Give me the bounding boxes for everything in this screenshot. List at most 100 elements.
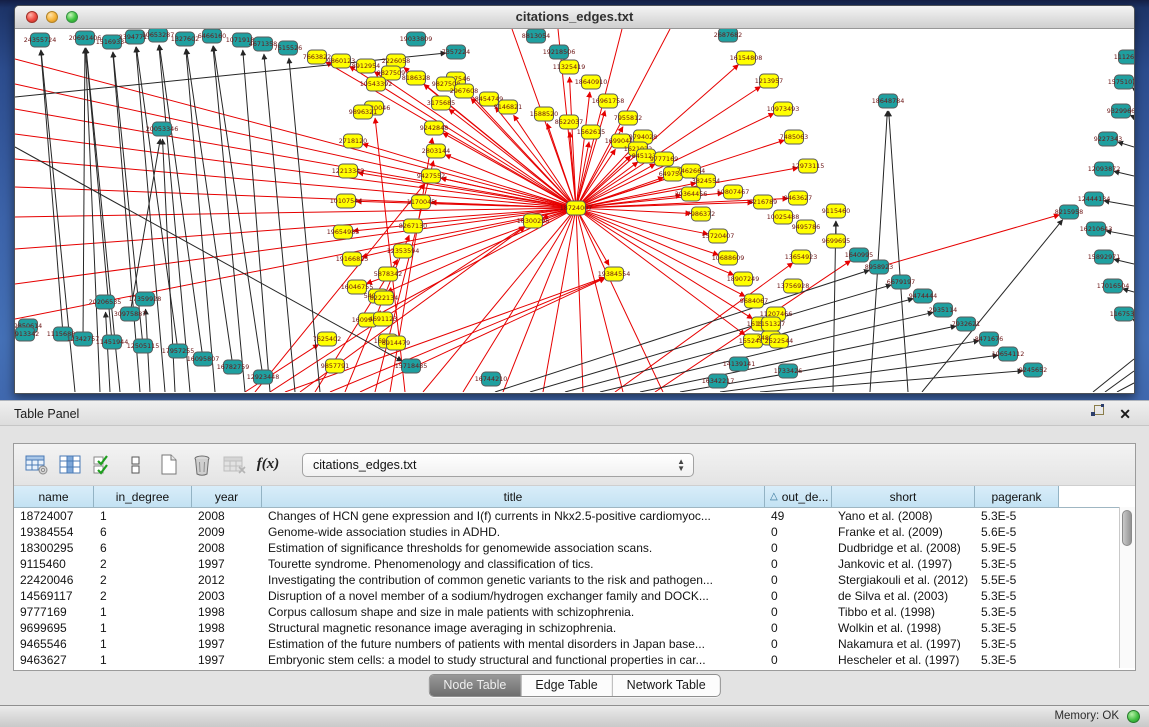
table-cell[interactable]: 0 bbox=[765, 556, 832, 572]
table-cell[interactable]: Franke et al. (2009) bbox=[832, 524, 975, 540]
float-panel-icon[interactable] bbox=[1090, 404, 1105, 423]
table-cell[interactable]: de Silva et al. (2003) bbox=[832, 588, 975, 604]
table-cell[interactable]: 0 bbox=[765, 588, 832, 604]
table-cell[interactable]: Corpus callosum shape and size in male p… bbox=[262, 604, 765, 620]
table-cell[interactable]: Jankovic et al. (1997) bbox=[832, 556, 975, 572]
column-header-name[interactable]: name bbox=[14, 486, 94, 507]
citation-edge-red[interactable] bbox=[879, 215, 1059, 267]
table-cell[interactable]: Tibbo et al. (1998) bbox=[832, 604, 975, 620]
table-cell[interactable]: 5.3E-5 bbox=[975, 588, 1059, 604]
table-cell[interactable]: 9463627 bbox=[14, 652, 94, 668]
table-cell[interactable]: 1997 bbox=[192, 556, 262, 572]
table-cell[interactable]: 2008 bbox=[192, 540, 262, 556]
citation-edge-black[interactable] bbox=[106, 312, 110, 392]
table-cell[interactable]: 18724007 bbox=[14, 508, 94, 524]
table-cell[interactable]: 1998 bbox=[192, 604, 262, 620]
network-canvas[interactable]: 1872400724355724206914061516933423947712… bbox=[15, 29, 1134, 392]
table-cell[interactable]: 2008 bbox=[192, 508, 262, 524]
table-cell[interactable]: Disruption of a novel member of a sodium… bbox=[262, 588, 765, 604]
table-row[interactable]: 911546021997Tourette syndrome. Phenomeno… bbox=[14, 556, 1135, 572]
table-row[interactable]: 1938455462009Genome-wide association stu… bbox=[14, 524, 1135, 540]
table-row[interactable]: 946362711997Embryonic stem cells: a mode… bbox=[14, 652, 1135, 668]
citation-edge-red[interactable] bbox=[576, 208, 623, 392]
citation-edge-black[interactable] bbox=[243, 50, 270, 392]
row-height-button[interactable] bbox=[121, 450, 151, 480]
table-cell[interactable]: Tourette syndrome. Phenomenology and cla… bbox=[262, 556, 765, 572]
table-cell[interactable]: Wolkin et al. (1998) bbox=[832, 620, 975, 636]
tab-network-table[interactable]: Network Table bbox=[613, 675, 720, 696]
table-cell[interactable]: 5.9E-5 bbox=[975, 540, 1059, 556]
table-cell[interactable]: Genome-wide association studies in ADHD. bbox=[262, 524, 765, 540]
table-cell[interactable]: 9699695 bbox=[14, 620, 94, 636]
table-cell[interactable]: 9777169 bbox=[14, 604, 94, 620]
create-column-button[interactable] bbox=[154, 450, 184, 480]
table-row[interactable]: 2242004622012Investigating the contribut… bbox=[14, 572, 1135, 588]
table-cell[interactable]: 0 bbox=[765, 572, 832, 588]
column-header-year[interactable]: year bbox=[192, 486, 262, 507]
citation-edge-black[interactable] bbox=[1105, 371, 1134, 392]
citation-edge-red[interactable] bbox=[445, 155, 576, 208]
table-row[interactable]: 1456911722003Disruption of a novel membe… bbox=[14, 588, 1135, 604]
delete-table-button[interactable] bbox=[220, 450, 250, 480]
table-panel-titlebar[interactable]: Table Panel bbox=[0, 400, 1149, 426]
tab-node-table[interactable]: Node Table bbox=[429, 675, 521, 696]
citation-edge-red[interactable] bbox=[15, 208, 576, 249]
citation-edge-black[interactable] bbox=[186, 49, 233, 367]
table-cell[interactable]: 5.3E-5 bbox=[975, 556, 1059, 572]
citation-edge-black[interactable] bbox=[889, 111, 908, 392]
tab-edge-table[interactable]: Edge Table bbox=[521, 675, 612, 696]
table-row[interactable]: 1830029562008Estimation of significance … bbox=[14, 540, 1135, 556]
table-cell[interactable]: 0 bbox=[765, 524, 832, 540]
table-source-select[interactable]: citations_edges.txt ▲▼ bbox=[302, 453, 694, 477]
table-cell[interactable]: 1998 bbox=[192, 620, 262, 636]
network-view-window[interactable]: citations_edges.txt 18724007243557242069… bbox=[14, 5, 1135, 394]
table-cell[interactable]: 5.3E-5 bbox=[975, 604, 1059, 620]
table-row[interactable]: 1872400712008Changes of HCN gene express… bbox=[14, 508, 1135, 524]
citation-edge-red[interactable] bbox=[15, 208, 576, 217]
table-cell[interactable]: 1 bbox=[94, 620, 192, 636]
table-cell[interactable]: 1 bbox=[94, 604, 192, 620]
citation-edge-red[interactable] bbox=[576, 208, 691, 214]
table-row[interactable]: 969969511998Structural magnetic resonanc… bbox=[14, 620, 1135, 636]
column-header-in_degree[interactable]: in_degree bbox=[94, 486, 192, 507]
selection-mode-button[interactable] bbox=[88, 450, 118, 480]
scrollbar-thumb[interactable] bbox=[1122, 510, 1132, 546]
table-cell[interactable]: 6 bbox=[94, 524, 192, 540]
table-cell[interactable]: 0 bbox=[765, 540, 832, 556]
table-cell[interactable]: 14569117 bbox=[14, 588, 94, 604]
column-visibility-button[interactable] bbox=[55, 450, 85, 480]
column-header-title[interactable]: title bbox=[262, 486, 765, 507]
table-cell[interactable]: Embryonic stem cells: a model to study s… bbox=[262, 652, 765, 668]
table-cell[interactable]: Stergiakouli et al. (2012) bbox=[832, 572, 975, 588]
table-cell[interactable]: 5.3E-5 bbox=[975, 636, 1059, 652]
citation-edge-black[interactable] bbox=[83, 48, 85, 339]
table-cell[interactable]: 1 bbox=[94, 652, 192, 668]
close-panel-icon[interactable]: ✕ bbox=[1119, 406, 1131, 422]
table-cell[interactable]: Structural magnetic resonance image aver… bbox=[262, 620, 765, 636]
table-cell[interactable]: 0 bbox=[765, 636, 832, 652]
table-cell[interactable]: 5.3E-5 bbox=[975, 652, 1059, 668]
delete-column-button[interactable] bbox=[187, 450, 217, 480]
table-cell[interactable]: 1997 bbox=[192, 636, 262, 652]
column-header-pagerank[interactable]: pagerank bbox=[975, 486, 1059, 507]
table-row[interactable]: 946554611997Estimation of the future num… bbox=[14, 636, 1135, 652]
table-cell[interactable]: 1997 bbox=[192, 652, 262, 668]
table-cell[interactable]: 0 bbox=[765, 604, 832, 620]
citation-edge-black[interactable] bbox=[264, 54, 295, 392]
table-mode-button[interactable] bbox=[22, 450, 52, 480]
citation-edge-black[interactable] bbox=[1117, 383, 1134, 392]
table-row[interactable]: 977716911998Corpus callosum shape and si… bbox=[14, 604, 1135, 620]
citation-network-graph[interactable]: 1872400724355724206914061516933423947712… bbox=[15, 29, 1134, 392]
table-cell[interactable]: 9115460 bbox=[14, 556, 94, 572]
table-cell[interactable]: Hescheler et al. (1997) bbox=[832, 652, 975, 668]
table-cell[interactable]: 6 bbox=[94, 540, 192, 556]
table-cell[interactable]: Yano et al. (2008) bbox=[832, 508, 975, 524]
table-cell[interactable]: 0 bbox=[765, 620, 832, 636]
table-cell[interactable]: Changes of HCN gene expression and I(f) … bbox=[262, 508, 765, 524]
table-cell[interactable]: 2 bbox=[94, 572, 192, 588]
table-cell[interactable]: Dudbridge et al. (2008) bbox=[832, 540, 975, 556]
column-header-out_de[interactable]: △out_de... bbox=[765, 486, 832, 507]
table-cell[interactable]: 19384554 bbox=[14, 524, 94, 540]
table-cell[interactable]: 1 bbox=[94, 636, 192, 652]
table-cell[interactable]: 2003 bbox=[192, 588, 262, 604]
